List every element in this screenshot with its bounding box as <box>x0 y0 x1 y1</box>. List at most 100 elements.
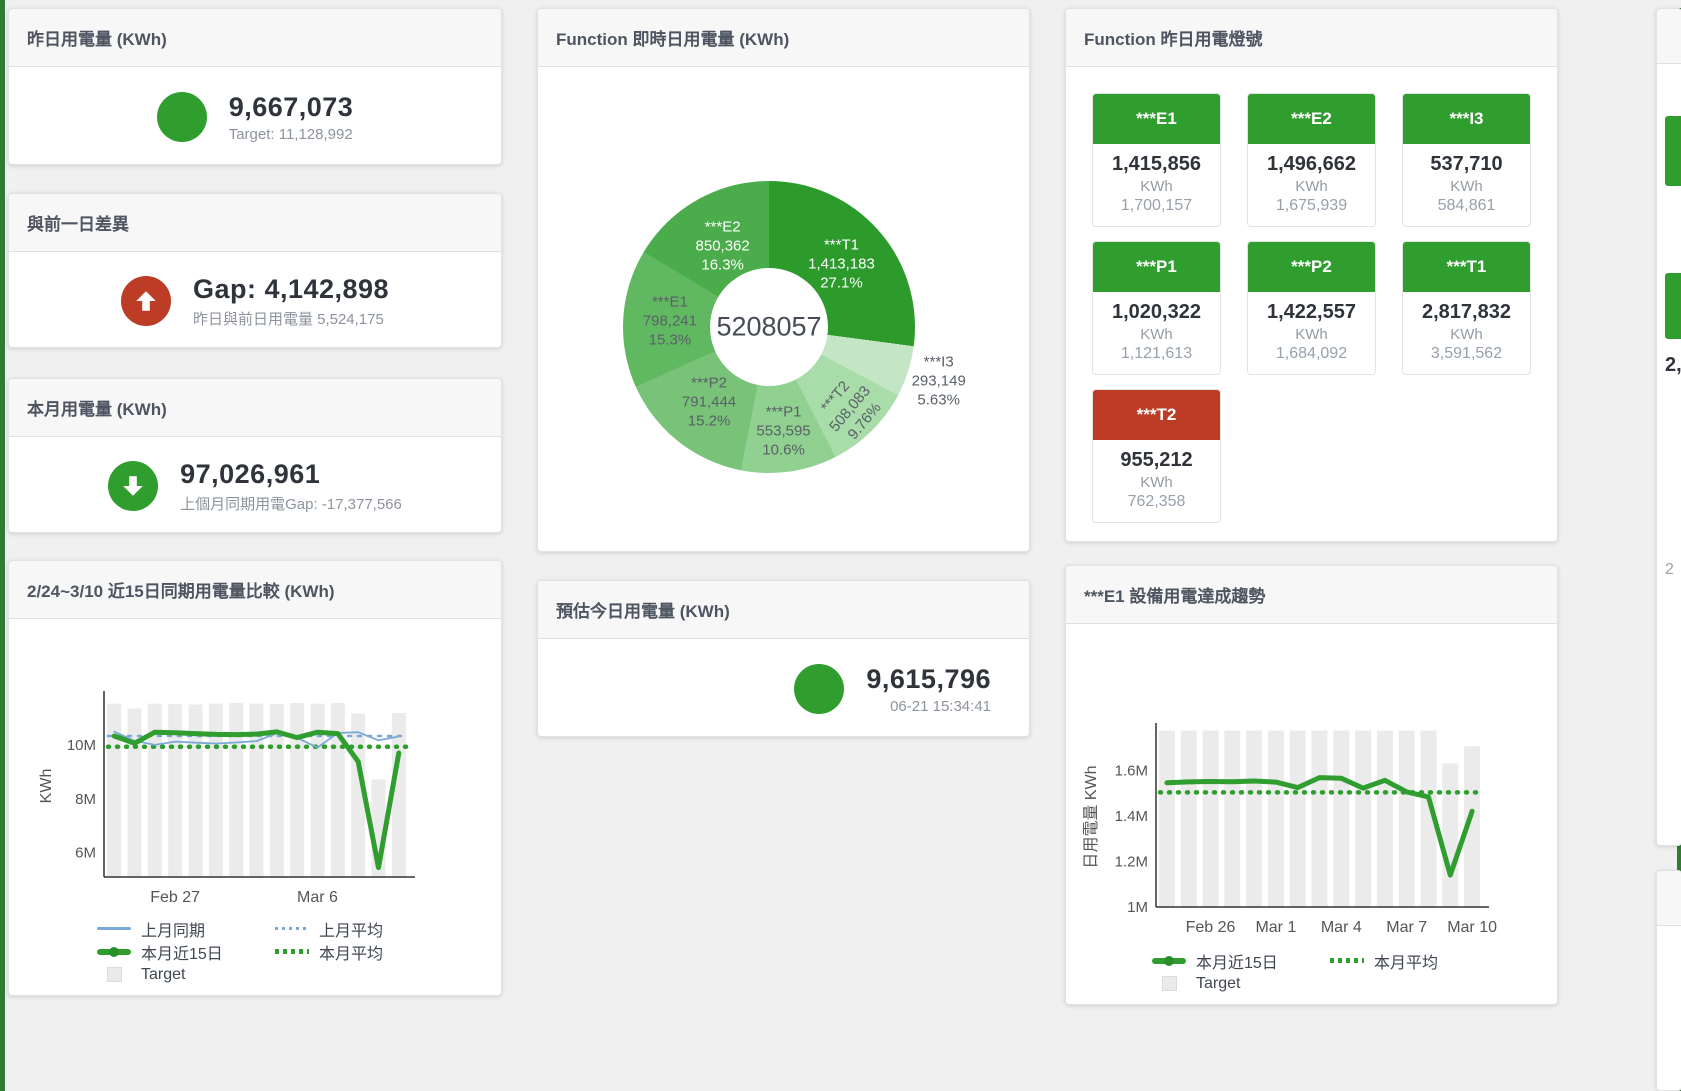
tile-target: 1,121,613 <box>1097 345 1216 363</box>
donut-labels: 5208057 ***T11,413,18327.1%***I3293,1495… <box>623 181 915 473</box>
tile-unit: KWh <box>1252 178 1371 195</box>
tile-status-header: ***P2 <box>1248 242 1375 292</box>
green-status-circle-icon <box>794 664 844 714</box>
stat-subtitle: 昨日與前日用電量 5,524,175 <box>193 308 389 329</box>
tile-value: 1,020,322 <box>1097 301 1216 324</box>
legend-marker-dots-green <box>1330 955 1364 967</box>
svg-text:KWh: KWh <box>38 769 55 804</box>
panel-body: 5208057 ***T11,413,18327.1%***I3293,1495… <box>538 67 1029 554</box>
donut-slice-label: ***P2791,44415.2% <box>682 374 736 431</box>
legend-item: Target <box>1152 972 1330 995</box>
tile-target: 1,675,939 <box>1252 197 1371 215</box>
donut-slice-label: ***E1798,24115.3% <box>643 293 697 350</box>
chart-legend: 上月同期上月平均本月近15日本月平均Target <box>97 917 497 986</box>
panel-status-lights: Function 昨日用電燈號 ***E11,415,856KWh1,700,1… <box>1065 8 1558 542</box>
tile-status-header: ***P1 <box>1093 242 1220 292</box>
cutoff-tile-target: 2 <box>1665 561 1674 579</box>
green-status-circle-icon <box>157 92 207 142</box>
legend-label: Target <box>141 966 185 984</box>
legend-label: 上月平均 <box>319 917 383 941</box>
svg-text:Mar 7: Mar 7 <box>1386 919 1427 936</box>
svg-text:8M: 8M <box>75 791 96 808</box>
tile-body: 1,415,856KWh1,700,157 <box>1093 144 1220 226</box>
svg-text:1.2M: 1.2M <box>1115 853 1148 870</box>
cutoff-panel-header <box>1657 871 1681 926</box>
light-tile-T2: ***T2955,212KWh762,358 <box>1092 389 1221 523</box>
legend-item: 本月近15日 <box>1152 949 1330 972</box>
legend-label: 本月近15日 <box>1196 949 1278 973</box>
panel-e1-trend-chart: ***E1 設備用電達成趨勢 1M 1.2M 1.4M 1.6M Feb 26 Mar 1… <box>1065 565 1558 1005</box>
donut-slice-label: ***P1553,59510.6% <box>756 403 810 460</box>
legend-marker-line-green <box>97 946 131 958</box>
legend-item: 本月近15日 <box>97 940 275 963</box>
tile-unit: KWh <box>1252 326 1371 343</box>
donut-center-value: 5208057 <box>716 312 821 343</box>
stat-subtitle: 上個月同期用電Gap: -17,377,566 <box>180 493 402 514</box>
panel-body: 1M1.2M1.4M1.6MFeb 26Mar 1Mar 4Mar 7Mar 1… <box>1066 624 1557 1007</box>
svg-text:Feb 27: Feb 27 <box>150 889 200 906</box>
tile-status-header: ***I3 <box>1403 94 1530 144</box>
legend-label: Target <box>1196 975 1240 993</box>
tile-unit: KWh <box>1407 178 1526 195</box>
status-tile-grid: ***E11,415,856KWh1,700,157***E21,496,662… <box>1066 67 1557 549</box>
tile-target: 3,591,562 <box>1407 345 1526 363</box>
stat-value: 97,026,961 <box>180 459 402 490</box>
svg-text:日用電量 KWh: 日用電量 KWh <box>1083 765 1100 868</box>
panel-title: 預估今日用電量 (KWh) <box>538 581 1029 639</box>
legend-label: 本月平均 <box>1374 949 1438 973</box>
svg-text:Mar 1: Mar 1 <box>1255 919 1296 936</box>
panel-body: 9,615,796 06-21 15:34:41 <box>538 639 1029 739</box>
tile-target: 1,700,157 <box>1097 197 1216 215</box>
panel-month-usage: 本月用電量 (KWh) 97,026,961 上個月同期用電Gap: -17,3… <box>8 378 502 533</box>
tile-status-header: ***T1 <box>1403 242 1530 292</box>
legend-label: 本月近15日 <box>141 940 223 964</box>
tile-body: 2,817,832KWh3,591,562 <box>1403 292 1530 374</box>
panel-title: 昨日用電量 (KWh) <box>9 9 501 67</box>
light-tile-P1: ***P1 1,020,322 KWh 1,121,613 <box>1092 241 1221 375</box>
tile-unit: KWh <box>1097 326 1216 343</box>
svg-text:1.4M: 1.4M <box>1115 808 1148 825</box>
light-tile-T1: ***T12,817,832KWh3,591,562 <box>1402 241 1531 375</box>
cutoff-tile-value: 2, <box>1665 354 1681 377</box>
panel-title: Function 昨日用電燈號 <box>1066 9 1557 67</box>
donut-slice-label: ***I3293,1495.63% <box>912 353 966 410</box>
svg-text:Feb 26: Feb 26 <box>1186 919 1236 936</box>
svg-text:1.6M: 1.6M <box>1115 762 1148 779</box>
left-edge-strip <box>0 0 5 1091</box>
svg-text:1M: 1M <box>1127 899 1148 916</box>
tile-target: 584,861 <box>1407 197 1526 215</box>
tile-status-header: ***E1 <box>1093 94 1220 144</box>
tile-body: 537,710KWh584,861 <box>1403 144 1530 226</box>
panel-title: ***E1 設備用電達成趨勢 <box>1066 566 1557 624</box>
panel-yesterday-usage: 昨日用電量 (KWh) 9,667,073 Target: 11,128,992 <box>8 8 502 165</box>
tile-value: 955,212 <box>1097 449 1216 472</box>
panel-title: 2/24~3/10 近15日同期用電量比較 (KWh) <box>9 561 501 619</box>
up-arrow-icon <box>121 276 171 326</box>
panel-realtime-donut: Function 即時日用電量 (KWh) 5208057 ***T11,413… <box>537 8 1030 552</box>
light-tile-E2: ***E2 1,496,662 KWh 1,675,939 <box>1247 93 1376 227</box>
cutoff-tile-header <box>1665 116 1681 186</box>
donut-slice-label: ***T2508,0839.76% <box>811 370 890 448</box>
legend-item: 本月平均 <box>1330 949 1508 972</box>
panel-title: 本月用電量 (KWh) <box>9 379 501 437</box>
tile-value: 1,496,662 <box>1252 153 1371 176</box>
legend-item: 上月平均 <box>275 917 453 940</box>
panel-day-gap: 與前一日差異 Gap: 4,142,898 昨日與前日用電量 5,524,175 <box>8 193 502 348</box>
panel-body: Gap: 4,142,898 昨日與前日用電量 5,524,175 <box>9 252 501 350</box>
stat-value: 9,615,796 <box>866 664 991 695</box>
tile-value: 1,422,557 <box>1252 301 1371 324</box>
light-tile-P2: ***P21,422,557KWh1,684,092 <box>1247 241 1376 375</box>
legend-marker-line-green <box>1152 955 1186 967</box>
cutoff-panel-header <box>1657 9 1681 64</box>
stat-subtitle: 06-21 15:34:41 <box>890 698 991 715</box>
tile-status-header: ***E2 <box>1248 94 1375 144</box>
legend-marker-line-blue <box>97 923 131 935</box>
dashboard: 昨日用電量 (KWh) 9,667,073 Target: 11,128,992… <box>0 0 1681 1091</box>
legend-label: 上月同期 <box>141 917 205 941</box>
tile-unit: KWh <box>1097 474 1216 491</box>
panel-15day-compare-chart: 2/24~3/10 近15日同期用電量比較 (KWh) 6M8M10MFeb 2… <box>8 560 502 996</box>
chart-legend: 本月近15日 本月平均 Target <box>1152 949 1552 995</box>
trend-line-chart: 1M1.2M1.4M1.6MFeb 26Mar 1Mar 4Mar 7Mar 1… <box>1068 719 1538 941</box>
tile-body: 1,496,662 KWh 1,675,939 <box>1248 144 1375 226</box>
legend-marker-box-gray <box>1152 978 1186 990</box>
